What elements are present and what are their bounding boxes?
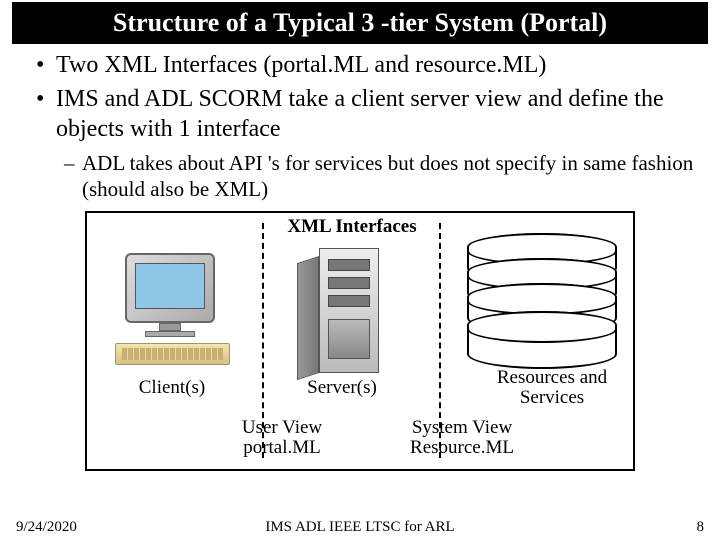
label-resources: Resources and Services — [477, 368, 627, 410]
label-client: Client(s) — [112, 378, 232, 399]
bullet-item: Two XML Interfaces (portal.ML and resour… — [36, 50, 700, 80]
label-server: Server(s) — [282, 378, 402, 399]
diagram: XML Interfaces Client(s) Server(s) Resou… — [85, 211, 635, 471]
footer-center: IMS ADL IEEE LTSC for ARL — [0, 519, 720, 536]
server-tower-icon — [297, 248, 397, 373]
label-xml-interfaces: XML Interfaces — [262, 217, 442, 238]
footer: 9/24/2020 IMS ADL IEEE LTSC for ARL 8 — [0, 519, 720, 536]
text: System View — [412, 417, 512, 438]
label-system-view: System View Resource.ML — [382, 418, 542, 460]
bullet-subitem: ADL takes about API 's for services but … — [64, 150, 700, 203]
client-computer-icon — [115, 253, 235, 368]
label-user-view: User View portal.ML — [217, 418, 347, 460]
text: portal.ML — [243, 437, 321, 458]
bullet-list: Two XML Interfaces (portal.ML and resour… — [0, 50, 720, 203]
bullet-item: IMS and ADL SCORM take a client server v… — [36, 84, 700, 144]
database-stack-icon — [467, 233, 617, 373]
text: User View — [242, 417, 322, 438]
text: Resource.ML — [410, 437, 514, 458]
slide-title: Structure of a Typical 3 -tier System (P… — [12, 2, 708, 44]
